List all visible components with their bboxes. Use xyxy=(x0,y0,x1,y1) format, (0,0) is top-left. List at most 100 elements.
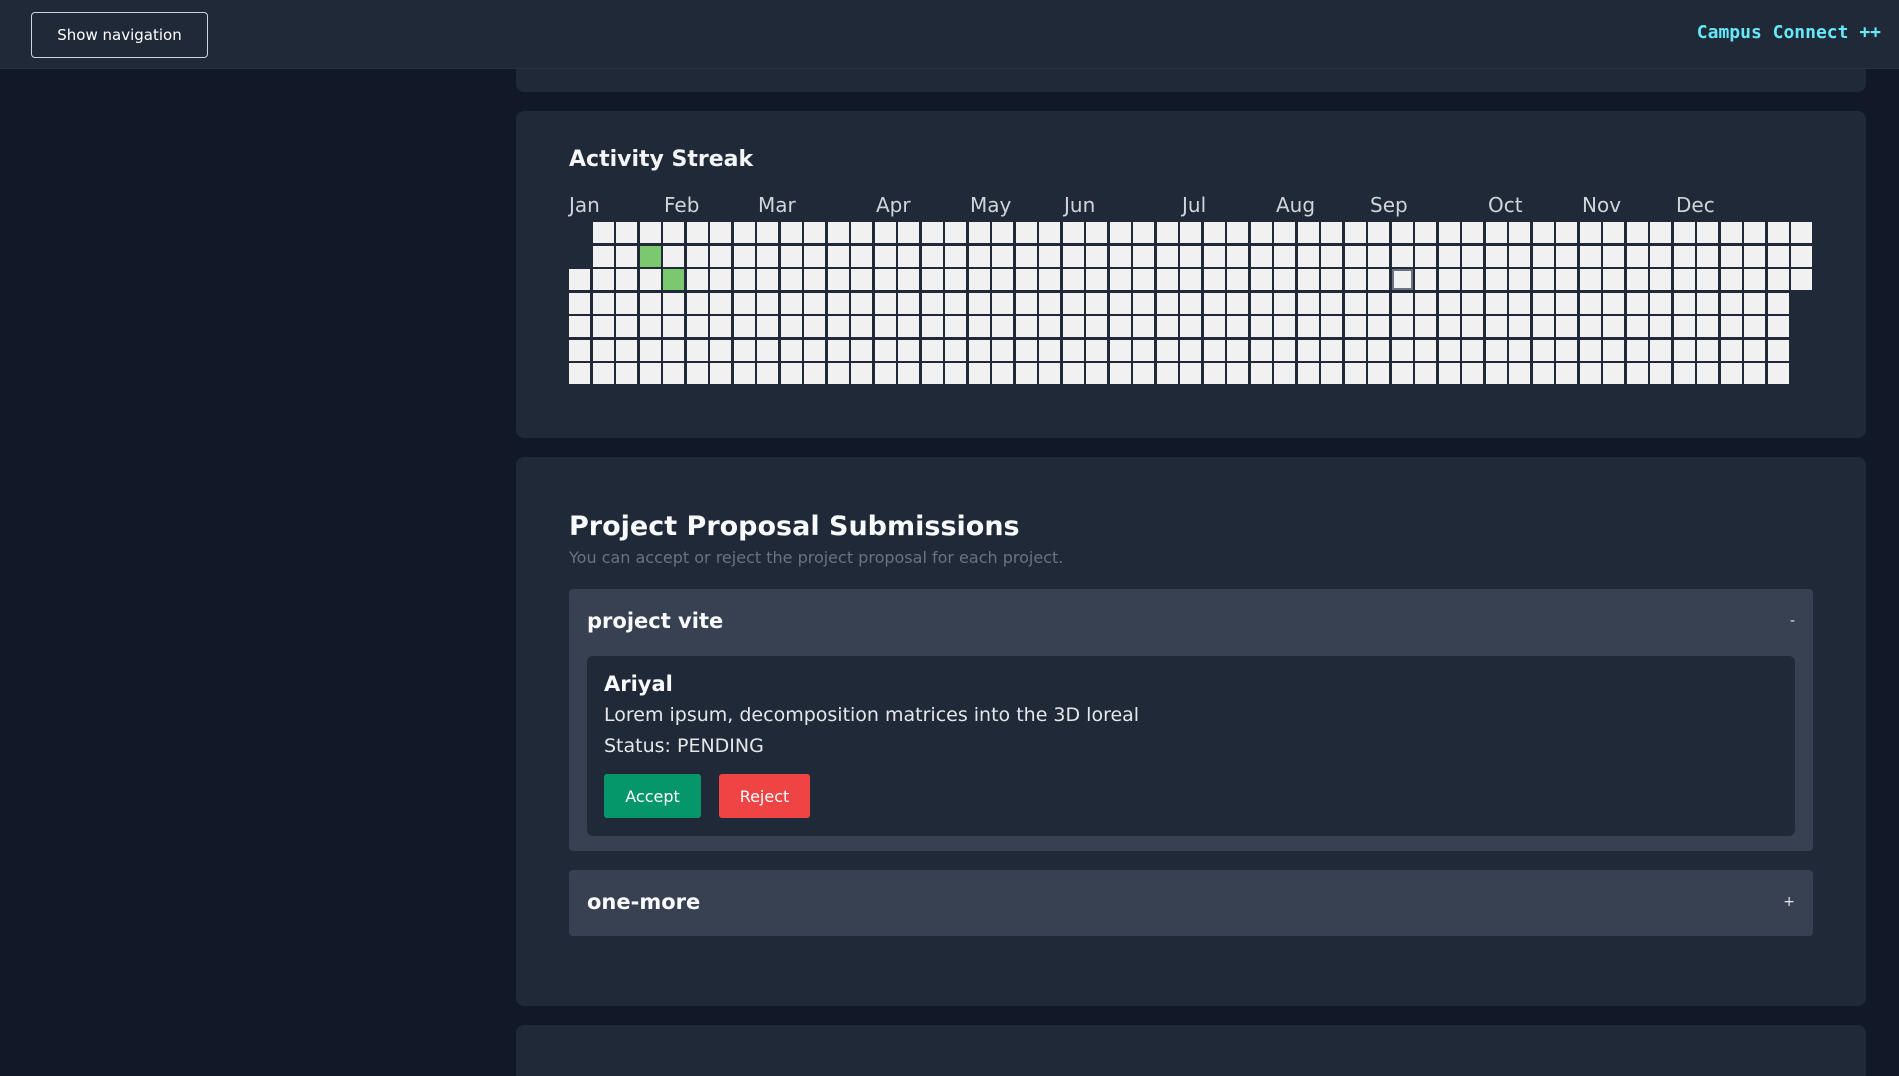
heatmap-day-cell[interactable] xyxy=(780,339,802,361)
heatmap-day-cell[interactable] xyxy=(1720,245,1742,267)
heatmap-day-cell[interactable] xyxy=(757,269,778,290)
heatmap-day-cell[interactable] xyxy=(1791,222,1812,243)
heatmap-day-cell[interactable] xyxy=(1391,363,1413,384)
heatmap-day-cell[interactable] xyxy=(1015,292,1037,314)
heatmap-day-cell[interactable] xyxy=(1509,339,1530,361)
heatmap-day-cell[interactable] xyxy=(686,222,708,243)
heatmap-day-cell[interactable] xyxy=(1744,245,1765,267)
heatmap-day-cell[interactable] xyxy=(1180,222,1201,243)
heatmap-day-cell[interactable] xyxy=(1297,269,1319,290)
heatmap-day-cell[interactable] xyxy=(1321,292,1342,314)
heatmap-day-cell[interactable] xyxy=(1039,245,1060,267)
heatmap-day-cell[interactable] xyxy=(1203,269,1225,290)
heatmap-day-cell[interactable] xyxy=(1133,245,1154,267)
heatmap-day-cell[interactable] xyxy=(1180,339,1201,361)
heatmap-day-cell[interactable] xyxy=(710,245,731,267)
heatmap-day-cell[interactable] xyxy=(1156,339,1178,361)
heatmap-day-cell[interactable] xyxy=(1109,339,1131,361)
heatmap-day-cell[interactable] xyxy=(1697,292,1718,314)
heatmap-day-cell[interactable] xyxy=(1650,245,1671,267)
heatmap-day-cell[interactable] xyxy=(1039,269,1060,290)
heatmap-day-cell[interactable] xyxy=(1509,222,1530,243)
heatmap-day-cell[interactable] xyxy=(616,222,637,243)
heatmap-day-cell[interactable] xyxy=(1109,316,1131,337)
heatmap-day-cell[interactable] xyxy=(921,245,943,267)
heatmap-day-cell[interactable] xyxy=(757,363,778,384)
heatmap-day-cell[interactable] xyxy=(1650,292,1671,314)
heatmap-day-cell[interactable] xyxy=(1744,292,1765,314)
heatmap-day-cell[interactable] xyxy=(874,339,896,361)
heatmap-day-cell[interactable] xyxy=(1274,222,1295,243)
heatmap-day-cell[interactable] xyxy=(663,292,684,314)
heatmap-day-cell[interactable] xyxy=(1344,363,1366,384)
heatmap-day-cell[interactable] xyxy=(1086,363,1107,384)
heatmap-day-cell[interactable] xyxy=(1415,269,1436,290)
heatmap-day-cell[interactable] xyxy=(1344,292,1366,314)
heatmap-day-cell[interactable] xyxy=(733,363,755,384)
heatmap-day-cell[interactable] xyxy=(874,316,896,337)
heatmap-day-cell[interactable] xyxy=(1321,269,1342,290)
heatmap-day-cell[interactable] xyxy=(1697,222,1718,243)
heatmap-day-cell[interactable] xyxy=(1344,245,1366,267)
heatmap-day-cell[interactable] xyxy=(1415,292,1436,314)
heatmap-day-cell[interactable] xyxy=(1532,245,1554,267)
heatmap-day-cell[interactable] xyxy=(1227,245,1248,267)
heatmap-day-cell[interactable] xyxy=(851,339,872,361)
heatmap-day-cell[interactable] xyxy=(1462,292,1483,314)
heatmap-day-cell[interactable] xyxy=(757,245,778,267)
heatmap-day-cell[interactable] xyxy=(945,269,966,290)
heatmap-day-cell[interactable] xyxy=(1368,292,1389,314)
heatmap-day-cell[interactable] xyxy=(757,339,778,361)
heatmap-day-cell[interactable] xyxy=(686,245,708,267)
heatmap-day-cell[interactable] xyxy=(1250,269,1272,290)
heatmap-day-cell[interactable] xyxy=(1650,339,1671,361)
heatmap-day-cell[interactable] xyxy=(733,292,755,314)
heatmap-day-cell[interactable] xyxy=(569,269,590,290)
heatmap-day-cell[interactable] xyxy=(968,292,990,314)
heatmap-day-cell[interactable] xyxy=(1626,269,1648,290)
heatmap-day-cell[interactable] xyxy=(804,363,825,384)
heatmap-day-cell[interactable] xyxy=(1039,363,1060,384)
heatmap-day-cell[interactable] xyxy=(1227,316,1248,337)
heatmap-day-cell[interactable] xyxy=(1462,245,1483,267)
heatmap-day-cell[interactable] xyxy=(1556,269,1577,290)
heatmap-day-cell[interactable] xyxy=(639,316,661,337)
heatmap-day-cell[interactable] xyxy=(968,339,990,361)
heatmap-day-cell[interactable] xyxy=(921,222,943,243)
heatmap-day-cell[interactable] xyxy=(1250,245,1272,267)
heatmap-day-cell[interactable] xyxy=(1391,316,1413,337)
heatmap-day-cell[interactable] xyxy=(1673,292,1695,314)
heatmap-day-cell[interactable] xyxy=(1650,316,1671,337)
heatmap-day-cell[interactable] xyxy=(1462,269,1483,290)
heatmap-day-cell[interactable] xyxy=(1133,339,1154,361)
heatmap-day-cell[interactable] xyxy=(1227,269,1248,290)
heatmap-day-cell[interactable] xyxy=(1156,245,1178,267)
heatmap-day-cell[interactable] xyxy=(1109,245,1131,267)
heatmap-day-cell[interactable] xyxy=(1697,363,1718,384)
heatmap-day-cell[interactable] xyxy=(1297,222,1319,243)
heatmap-day-cell[interactable] xyxy=(592,292,614,314)
heatmap-day-cell[interactable] xyxy=(992,269,1013,290)
heatmap-day-cell[interactable] xyxy=(592,316,614,337)
heatmap-day-cell[interactable] xyxy=(1556,292,1577,314)
heatmap-day-cell[interactable] xyxy=(710,222,731,243)
heatmap-day-cell[interactable] xyxy=(710,269,731,290)
heatmap-day-cell[interactable] xyxy=(663,363,684,384)
heatmap-day-cell[interactable] xyxy=(1344,269,1366,290)
heatmap-day-cell[interactable] xyxy=(1509,292,1530,314)
heatmap-day-cell[interactable] xyxy=(780,222,802,243)
heatmap-day-cell[interactable] xyxy=(1039,339,1060,361)
heatmap-day-cell[interactable] xyxy=(1321,339,1342,361)
heatmap-day-cell[interactable] xyxy=(1109,222,1131,243)
heatmap-day-cell[interactable] xyxy=(1250,292,1272,314)
heatmap-day-cell[interactable] xyxy=(639,245,661,267)
heatmap-day-cell[interactable] xyxy=(1368,269,1389,290)
heatmap-day-cell[interactable] xyxy=(945,363,966,384)
heatmap-day-cell[interactable] xyxy=(1062,245,1084,267)
heatmap-day-cell[interactable] xyxy=(874,269,896,290)
heatmap-day-cell[interactable] xyxy=(780,245,802,267)
heatmap-day-cell[interactable] xyxy=(1274,245,1295,267)
heatmap-day-cell[interactable] xyxy=(1626,222,1648,243)
heatmap-day-cell[interactable] xyxy=(686,316,708,337)
project-accordion-header[interactable]: one-more + xyxy=(569,870,1813,936)
